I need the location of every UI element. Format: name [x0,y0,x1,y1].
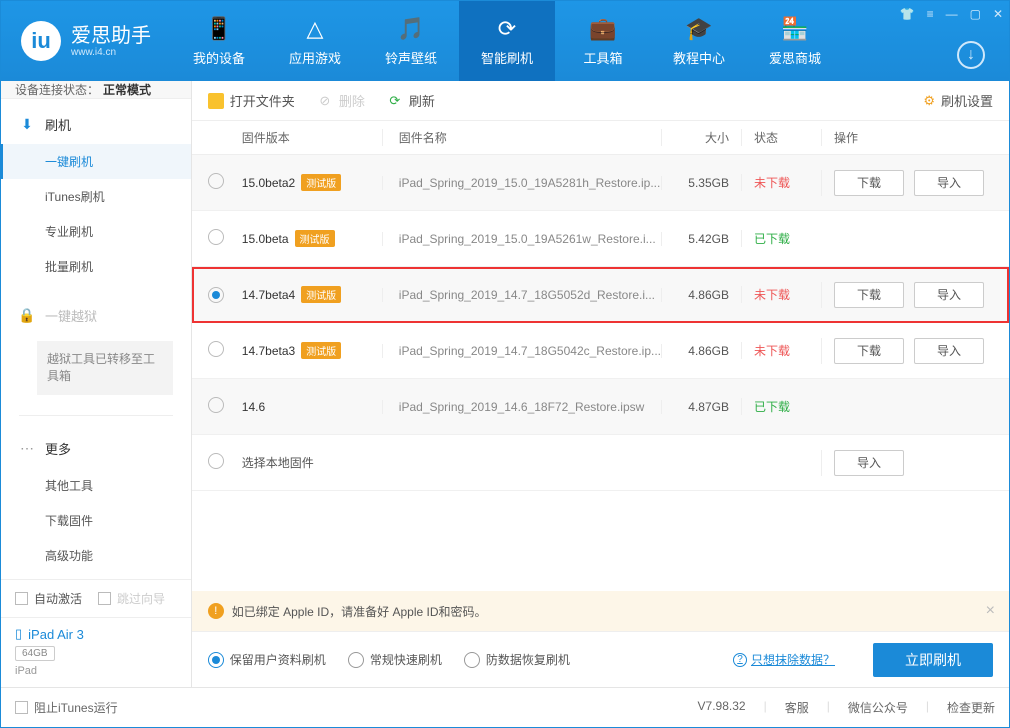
import-button[interactable]: 导入 [914,282,984,308]
warning-bar: ! 如已绑定 Apple ID，请准备好 Apple ID和密码。 × [192,591,1009,631]
main-panel: 打开文件夹 ⊘ 删除 ⟳ 刷新 ⚙ 刷机设置 固件版本 固件名称 大小 状态 操… [192,81,1009,687]
firmware-row[interactable]: 14.6 iPad_Spring_2019_14.6_18F72_Restore… [192,379,1009,435]
refresh-icon: ⟳ [387,93,403,109]
window-controls: 👕 ≡ — ▢ ✕ [900,7,1003,21]
open-folder-button[interactable]: 打开文件夹 [208,91,295,110]
auto-activate-label: 自动激活 [34,590,82,607]
nav-icon: △ [307,16,324,42]
nav-icon: 💼 [589,16,616,42]
nav-icon: 🎓 [685,16,712,42]
close-icon[interactable]: ✕ [993,7,1003,21]
delete-icon: ⊘ [317,93,333,109]
nav-icon: 🎵 [397,16,424,42]
nav-5[interactable]: 🎓教程中心 [651,1,747,81]
version-label: V7.98.32 [698,699,746,716]
customer-service-link[interactable]: 客服 [785,699,809,716]
app-domain: www.i4.cn [71,47,151,58]
warning-close-icon[interactable]: × [986,602,995,620]
titlebar: iu 爱思助手 www.i4.cn 📱我的设备△应用游戏🎵铃声壁纸⟳智能刷机💼工… [1,1,1009,81]
device-icon: ▯ [15,626,22,642]
jailbreak-note: 越狱工具已转移至工具箱 [37,341,173,395]
sidebar-item-flash-0[interactable]: 一键刷机 [1,144,191,179]
row-radio[interactable] [208,229,224,245]
row-radio[interactable] [208,287,224,303]
sidebar: 设备连接状态：正常模式 ⬇ 刷机 一键刷机iTunes刷机专业刷机批量刷机 🔒 … [1,81,192,687]
firmware-row[interactable]: 14.7beta4测试版 iPad_Spring_2019_14.7_18G50… [192,267,1009,323]
connection-status: 设备连接状态：正常模式 [1,81,191,99]
erase-data-link[interactable]: ? 只想抹除数据？ [733,651,835,668]
beta-tag: 测试版 [301,342,341,359]
nav-icon: 🏪 [781,16,808,42]
option-keep-data[interactable]: 保留用户资料刷机 [208,651,326,668]
beta-tag: 测试版 [301,174,341,191]
row-radio[interactable] [208,453,224,469]
help-icon: ? [733,653,747,667]
sidebar-more-head[interactable]: ⋯ 更多 [1,429,191,468]
main-nav: 📱我的设备△应用游戏🎵铃声壁纸⟳智能刷机💼工具箱🎓教程中心🏪爱思商城 [171,1,843,81]
refresh-button[interactable]: ⟳ 刷新 [387,91,435,110]
nav-4[interactable]: 💼工具箱 [555,1,651,81]
block-itunes-checkbox[interactable] [15,701,28,714]
table-header: 固件版本 固件名称 大小 状态 操作 [192,121,1009,155]
sidebar-item-flash-3[interactable]: 批量刷机 [1,249,191,284]
sidebar-item-flash-2[interactable]: 专业刷机 [1,214,191,249]
firmware-row[interactable]: 15.0beta2测试版 iPad_Spring_2019_15.0_19A52… [192,155,1009,211]
wechat-link[interactable]: 微信公众号 [848,699,908,716]
folder-icon [208,93,224,109]
row-radio[interactable] [208,173,224,189]
flash-options: 保留用户资料刷机 常规快速刷机 防数据恢复刷机 ? 只想抹除数据？ 立即刷机 [192,631,1009,687]
maximize-icon[interactable]: ▢ [970,7,981,21]
import-button[interactable]: 导入 [914,170,984,196]
nav-icon: 📱 [205,16,232,42]
minimize-icon[interactable]: — [946,7,958,21]
download-button[interactable]: 下载 [834,338,904,364]
download-button[interactable]: 下载 [834,282,904,308]
sidebar-item-more-2[interactable]: 高级功能 [1,538,191,573]
beta-tag: 测试版 [295,230,335,247]
logo-icon: iu [21,21,61,61]
app-name: 爱思助手 [71,25,151,47]
import-button[interactable]: 导入 [914,338,984,364]
download-button[interactable]: 下载 [834,170,904,196]
sidebar-flash-head[interactable]: ⬇ 刷机 [1,105,191,144]
tshirt-icon[interactable]: 👕 [900,7,915,21]
skip-guide-checkbox [98,592,111,605]
warning-icon: ! [208,603,224,619]
option-antiloss[interactable]: 防数据恢复刷机 [464,651,570,668]
beta-tag: 测试版 [301,286,341,303]
row-radio[interactable] [208,397,224,413]
toolbar: 打开文件夹 ⊘ 删除 ⟳ 刷新 ⚙ 刷机设置 [192,81,1009,121]
option-normal[interactable]: 常规快速刷机 [348,651,442,668]
menu-icon[interactable]: ≡ [927,7,934,21]
sidebar-item-more-0[interactable]: 其他工具 [1,468,191,503]
more-icon: ⋯ [19,441,35,457]
lock-icon: 🔒 [19,308,35,324]
skip-guide-label: 跳过向导 [117,590,165,607]
nav-icon: ⟳ [498,16,516,42]
row-radio[interactable] [208,341,224,357]
flash-settings-button[interactable]: ⚙ 刷机设置 [923,91,993,110]
auto-activate-checkbox[interactable] [15,592,28,605]
app-logo[interactable]: iu 爱思助手 www.i4.cn [1,21,171,61]
local-firmware-row[interactable]: 选择本地固件 导入 [192,435,1009,491]
nav-6[interactable]: 🏪爱思商城 [747,1,843,81]
footer: 阻止iTunes运行 V7.98.32 | 客服 | 微信公众号 | 检查更新 [1,687,1009,727]
gear-icon: ⚙ [923,93,935,109]
check-update-link[interactable]: 检查更新 [947,699,995,716]
nav-3[interactable]: ⟳智能刷机 [459,1,555,81]
download-progress-icon[interactable]: ↓ [957,41,985,69]
device-info[interactable]: ▯iPad Air 3 64GB iPad [1,617,191,687]
flash-now-button[interactable]: 立即刷机 [873,643,993,677]
import-button[interactable]: 导入 [834,450,904,476]
firmware-row[interactable]: 15.0beta测试版 iPad_Spring_2019_15.0_19A526… [192,211,1009,267]
sidebar-jailbreak-head: 🔒 一键越狱 [1,296,191,335]
delete-button: ⊘ 删除 [317,91,365,110]
sidebar-item-more-1[interactable]: 下载固件 [1,503,191,538]
firmware-row[interactable]: 14.7beta3测试版 iPad_Spring_2019_14.7_18G50… [192,323,1009,379]
sidebar-item-flash-1[interactable]: iTunes刷机 [1,179,191,214]
nav-1[interactable]: △应用游戏 [267,1,363,81]
flash-icon: ⬇ [19,117,35,133]
nav-2[interactable]: 🎵铃声壁纸 [363,1,459,81]
nav-0[interactable]: 📱我的设备 [171,1,267,81]
